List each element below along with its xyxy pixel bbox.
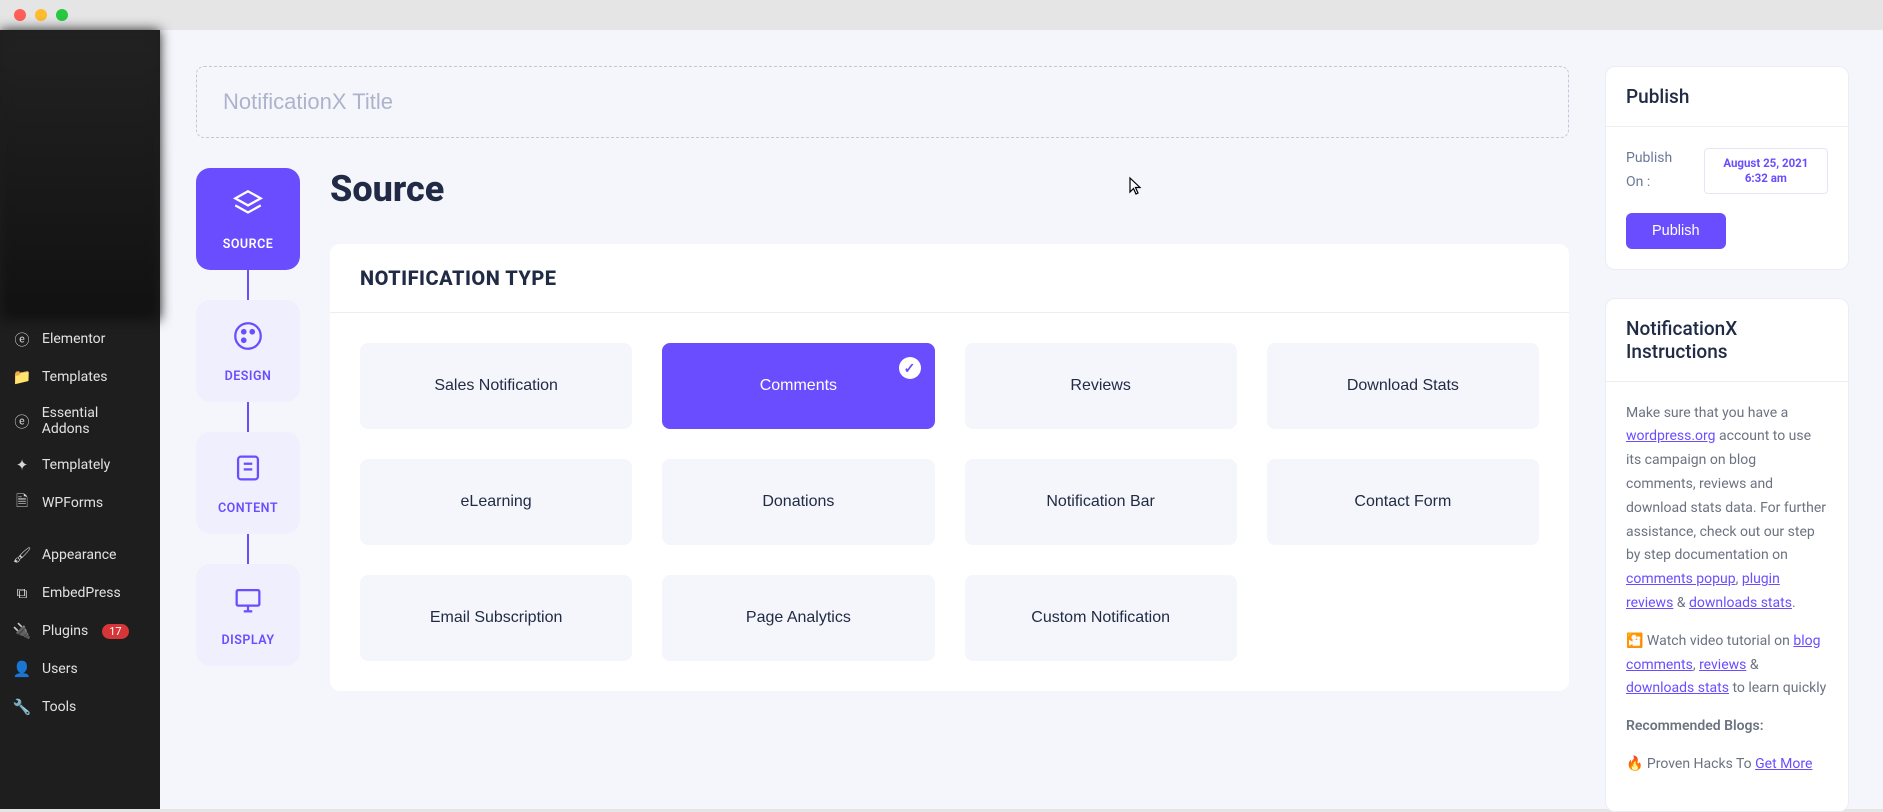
notification-type-option[interactable]: Email Subscription bbox=[360, 575, 632, 661]
close-window-dot[interactable] bbox=[14, 9, 26, 21]
sidebar-item-appearance[interactable]: 🖌 Appearance bbox=[0, 536, 160, 574]
publish-button[interactable]: Publish bbox=[1626, 213, 1726, 249]
link-wordpress-org[interactable]: wordpress.org bbox=[1626, 428, 1716, 444]
notification-type-option[interactable]: Sales Notification bbox=[360, 343, 632, 429]
layers-icon bbox=[231, 187, 265, 229]
sidebar-item-label: Elementor bbox=[42, 331, 105, 347]
sidebar-item-essential-addons[interactable]: ⓔ Essential Addons bbox=[0, 396, 160, 446]
link-downloads-stats[interactable]: downloads stats bbox=[1689, 595, 1792, 611]
sidebar-item-users[interactable]: 👤 Users bbox=[0, 650, 160, 688]
document-icon bbox=[231, 451, 265, 493]
palette-icon bbox=[231, 319, 265, 361]
step-connector bbox=[247, 270, 249, 300]
maximize-window-dot[interactable] bbox=[56, 9, 68, 21]
folder-icon: 📁 bbox=[12, 367, 32, 387]
step-connector bbox=[247, 402, 249, 432]
notification-type-card: NOTIFICATION TYPE Sales Notification Comm… bbox=[330, 244, 1569, 691]
sidebar-item-label: WPForms bbox=[42, 495, 103, 511]
plug-icon: 🔌 bbox=[12, 621, 32, 641]
video-icon: 🎦 bbox=[1626, 633, 1643, 649]
embed-icon: ⧉ bbox=[12, 583, 32, 603]
publish-date-chip[interactable]: August 25, 2021 6:32 am bbox=[1704, 148, 1828, 194]
sidebar-item-label: Templately bbox=[42, 457, 110, 473]
wrench-icon: 🔧 bbox=[12, 697, 32, 717]
templately-icon: ✦ bbox=[12, 455, 32, 475]
step-label: DESIGN bbox=[225, 369, 272, 384]
link-get-more[interactable]: Get More bbox=[1755, 756, 1812, 772]
step-design[interactable]: DESIGN bbox=[196, 300, 300, 402]
notification-type-option[interactable]: Page Analytics bbox=[662, 575, 934, 661]
fire-icon: 🔥 bbox=[1626, 756, 1643, 772]
step-content[interactable]: CONTENT bbox=[196, 432, 300, 534]
sidebar-item-embedpress[interactable]: ⧉ EmbedPress bbox=[0, 574, 160, 612]
recommended-blogs-heading: Recommended Blogs: bbox=[1626, 715, 1828, 739]
notification-type-option[interactable]: Donations bbox=[662, 459, 934, 545]
publish-on-label: Publish On : bbox=[1626, 147, 1690, 195]
notification-title-input[interactable] bbox=[223, 89, 1542, 115]
section-heading: NOTIFICATION TYPE bbox=[330, 244, 1569, 313]
step-label: DISPLAY bbox=[221, 633, 274, 648]
elementor-icon: ⓔ bbox=[12, 329, 32, 349]
instructions-paragraph-1: Make sure that you have a wordpress.org … bbox=[1626, 402, 1828, 616]
sidebar-item-label: Tools bbox=[42, 699, 76, 715]
check-icon: ✓ bbox=[899, 357, 921, 379]
monitor-icon bbox=[231, 583, 265, 625]
sidebar-item-label: EmbedPress bbox=[42, 585, 121, 601]
instructions-card: NotificationX Instructions Make sure tha… bbox=[1605, 298, 1849, 812]
sidebar-item-plugins[interactable]: 🔌 Plugins 17 bbox=[0, 612, 160, 650]
wp-admin-sidebar: ⓔ Elementor 📁 Templates ⓔ Essential Addo… bbox=[0, 30, 160, 809]
notification-type-option[interactable]: eLearning bbox=[360, 459, 632, 545]
step-connector bbox=[247, 534, 249, 564]
publish-heading: Publish bbox=[1606, 67, 1848, 127]
instructions-paragraph-3: 🔥 Proven Hacks To Get More bbox=[1626, 753, 1828, 777]
sidebar-item-label: Users bbox=[42, 661, 78, 677]
plugins-updates-badge: 17 bbox=[102, 624, 128, 639]
link-comments-popup[interactable]: comments popup bbox=[1626, 571, 1736, 587]
title-input-container[interactable] bbox=[196, 66, 1569, 138]
notification-type-option[interactable]: Contact Form bbox=[1267, 459, 1539, 545]
form-icon: 🗎 bbox=[12, 493, 32, 513]
sidebar-item-wpforms[interactable]: 🗎 WPForms bbox=[0, 484, 160, 522]
minimize-window-dot[interactable] bbox=[35, 9, 47, 21]
sidebar-item-label: Appearance bbox=[42, 547, 116, 563]
sidebar-item-elementor[interactable]: ⓔ Elementor bbox=[0, 320, 160, 358]
addons-icon: ⓔ bbox=[12, 411, 32, 431]
sidebar-item-templately[interactable]: ✦ Templately bbox=[0, 446, 160, 484]
sidebar-item-templates[interactable]: 📁 Templates bbox=[0, 358, 160, 396]
sidebar-item-tools[interactable]: 🔧 Tools bbox=[0, 688, 160, 726]
step-label: SOURCE bbox=[223, 237, 274, 252]
macos-titlebar bbox=[0, 0, 1883, 30]
notification-type-option[interactable]: Custom Notification bbox=[965, 575, 1237, 661]
brush-icon: 🖌 bbox=[12, 545, 32, 565]
step-label: CONTENT bbox=[218, 501, 278, 516]
wizard-steps: SOURCE DESIGN CONTENT bbox=[196, 168, 300, 711]
notification-type-option[interactable]: Reviews bbox=[965, 343, 1237, 429]
publish-card: Publish Publish On : August 25, 2021 6:3… bbox=[1605, 66, 1849, 270]
notification-type-option[interactable]: Notification Bar bbox=[965, 459, 1237, 545]
sidebar-item-label: Templates bbox=[42, 369, 108, 385]
notification-type-option[interactable]: Download Stats bbox=[1267, 343, 1539, 429]
step-display[interactable]: DISPLAY bbox=[196, 564, 300, 666]
link-reviews-video[interactable]: reviews bbox=[1699, 657, 1746, 673]
notification-type-option[interactable]: Comments✓ bbox=[662, 343, 934, 429]
sidebar-item-label: Essential Addons bbox=[42, 405, 148, 437]
instructions-paragraph-2: 🎦 Watch video tutorial on blog comments,… bbox=[1626, 630, 1828, 701]
instructions-heading: NotificationX Instructions bbox=[1606, 299, 1848, 382]
user-icon: 👤 bbox=[12, 659, 32, 679]
sidebar-item-label: Plugins bbox=[42, 623, 88, 639]
step-source[interactable]: SOURCE bbox=[196, 168, 300, 270]
link-downloads-stats-video[interactable]: downloads stats bbox=[1626, 680, 1729, 696]
sidebar-blurred-section bbox=[0, 30, 160, 320]
panel-title: Source bbox=[330, 168, 1569, 210]
